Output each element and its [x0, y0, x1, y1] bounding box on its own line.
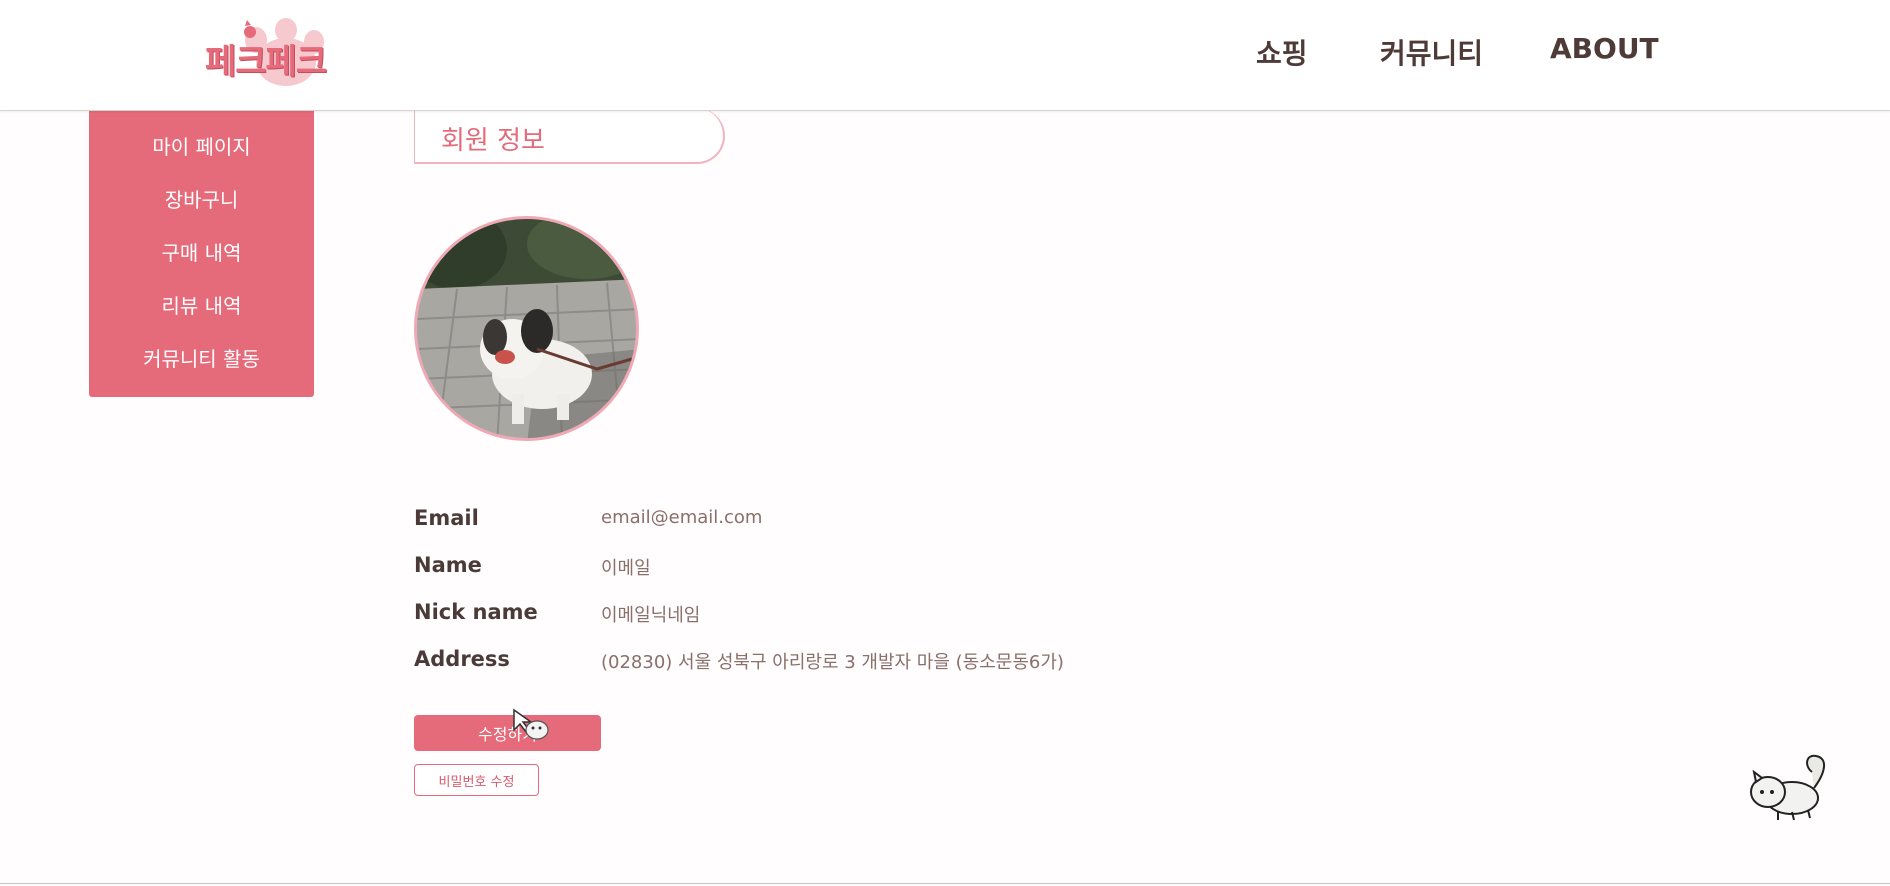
nickname-label: Nick name — [414, 600, 538, 624]
sidebar-item-cart[interactable]: 장바구니 — [89, 184, 314, 213]
mypage-sidebar: 마이 페이지 장바구니 구매 내역 리뷰 내역 커뮤니티 활동 — [89, 111, 314, 397]
section-title-box: 회원 정보 — [414, 108, 725, 164]
name-label: Name — [414, 553, 482, 577]
email-label: Email — [414, 506, 479, 530]
sidebar-item-community[interactable]: 커뮤니티 활동 — [89, 343, 314, 372]
sidebar-item-orders[interactable]: 구매 내역 — [89, 237, 314, 266]
edit-button[interactable]: 수정하기 — [414, 715, 601, 751]
pet-cursor-icon — [513, 708, 549, 740]
page-title: 회원 정보 — [441, 126, 545, 156]
site-header: 페크페크 쇼핑 커뮤니티 ABOUT — [0, 0, 1890, 111]
dog-photo — [417, 219, 636, 438]
sidebar-item-reviews[interactable]: 리뷰 내역 — [89, 290, 314, 319]
change-password-button[interactable]: 비밀번호 수정 — [414, 764, 539, 796]
address-label: Address — [414, 647, 510, 671]
nav-shopping[interactable]: 쇼핑 — [1256, 32, 1308, 72]
nickname-value: 이메일닉네임 — [601, 605, 701, 626]
pet-mascot-icon[interactable] — [1748, 752, 1834, 824]
avatar — [414, 216, 639, 441]
nav-about[interactable]: ABOUT — [1550, 32, 1659, 65]
nav-community[interactable]: 커뮤니티 — [1380, 32, 1483, 72]
address-value: (02830) 서울 성북구 아리랑로 3 개발자 마을 (동소문동6가) — [601, 652, 1064, 673]
footer-divider — [0, 883, 1890, 884]
name-value: 이메일 — [601, 558, 651, 579]
email-value: email@email.com — [601, 507, 763, 528]
main-nav: 쇼핑 커뮤니티 ABOUT — [0, 32, 1890, 72]
sidebar-item-mypage[interactable]: 마이 페이지 — [89, 131, 314, 160]
